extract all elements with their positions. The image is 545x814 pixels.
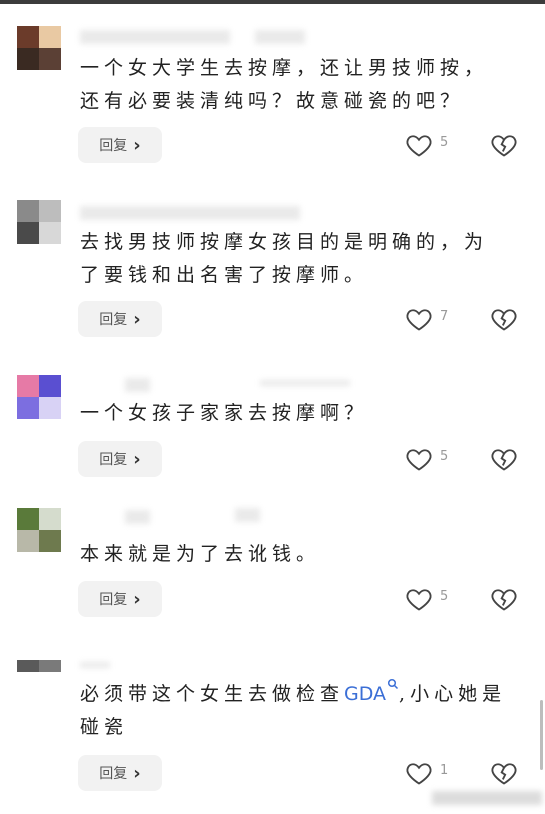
chevron-right-icon: › xyxy=(133,762,141,784)
search-keyword-link[interactable]: GDA xyxy=(344,678,399,705)
search-icon xyxy=(387,678,399,690)
reply-label: 回复 xyxy=(99,138,128,154)
broken-heart-icon[interactable] xyxy=(490,131,518,159)
reply-label: 回复 xyxy=(99,452,128,468)
chevron-right-icon: › xyxy=(133,588,141,610)
heart-icon[interactable] xyxy=(405,305,433,333)
chevron-right-icon: › xyxy=(133,308,141,330)
comment-text: 必须带这个女生去做检查GDA ,小心她是碰瓷 xyxy=(80,678,510,744)
broken-heart-icon[interactable] xyxy=(490,585,518,613)
reply-button[interactable]: 回复 › xyxy=(78,755,162,791)
reply-label: 回复 xyxy=(99,766,128,782)
reply-label: 回复 xyxy=(99,312,128,328)
scrollbar[interactable] xyxy=(540,700,543,770)
watermark xyxy=(432,791,542,805)
broken-heart-icon[interactable] xyxy=(490,759,518,787)
like-count: 5 xyxy=(440,135,449,150)
username-redacted[interactable] xyxy=(80,662,110,668)
heart-icon[interactable] xyxy=(405,131,433,159)
avatar[interactable] xyxy=(17,200,61,244)
username-redacted xyxy=(260,380,350,386)
chevron-right-icon: › xyxy=(133,448,141,470)
comment-text: 去找男技师按摩女孩目的是明确的，为了要钱和出名害了按摩师。 xyxy=(80,231,489,286)
username-redacted xyxy=(255,30,305,44)
like-count: 5 xyxy=(440,589,449,604)
username-redacted[interactable] xyxy=(80,206,300,220)
username-redacted xyxy=(235,508,260,522)
reply-label: 回复 xyxy=(99,592,128,608)
reply-button[interactable]: 回复 › xyxy=(78,581,162,617)
chevron-right-icon: › xyxy=(133,134,141,156)
like-count: 7 xyxy=(440,309,449,324)
comment-text: 本来就是为了去讹钱。 xyxy=(80,543,321,565)
comment-text-part: 必须带这个女生去做检查 xyxy=(80,683,345,705)
top-bar xyxy=(0,0,545,4)
like-count: 1 xyxy=(440,763,449,778)
broken-heart-icon[interactable] xyxy=(490,445,518,473)
reply-button[interactable]: 回复 › xyxy=(78,301,162,337)
comment-text: 一个女大学生去按摩，还让男技师按，还有必要装清纯吗？故意碰瓷的吧？ xyxy=(80,57,489,112)
username-redacted[interactable] xyxy=(125,510,150,524)
comment-text: 一个女孩子家家去按摩啊？ xyxy=(80,402,369,424)
avatar[interactable] xyxy=(17,508,61,552)
username-redacted[interactable] xyxy=(80,30,230,44)
reply-button[interactable]: 回复 › xyxy=(78,127,162,163)
search-keyword: GDA xyxy=(344,683,387,705)
avatar[interactable] xyxy=(17,375,61,419)
heart-icon[interactable] xyxy=(405,759,433,787)
username-redacted[interactable] xyxy=(125,378,150,392)
heart-icon[interactable] xyxy=(405,445,433,473)
reply-button[interactable]: 回复 › xyxy=(78,441,162,477)
avatar[interactable] xyxy=(17,660,61,684)
like-count: 5 xyxy=(440,449,449,464)
avatar[interactable] xyxy=(17,26,61,70)
broken-heart-icon[interactable] xyxy=(490,305,518,333)
heart-icon[interactable] xyxy=(405,585,433,613)
